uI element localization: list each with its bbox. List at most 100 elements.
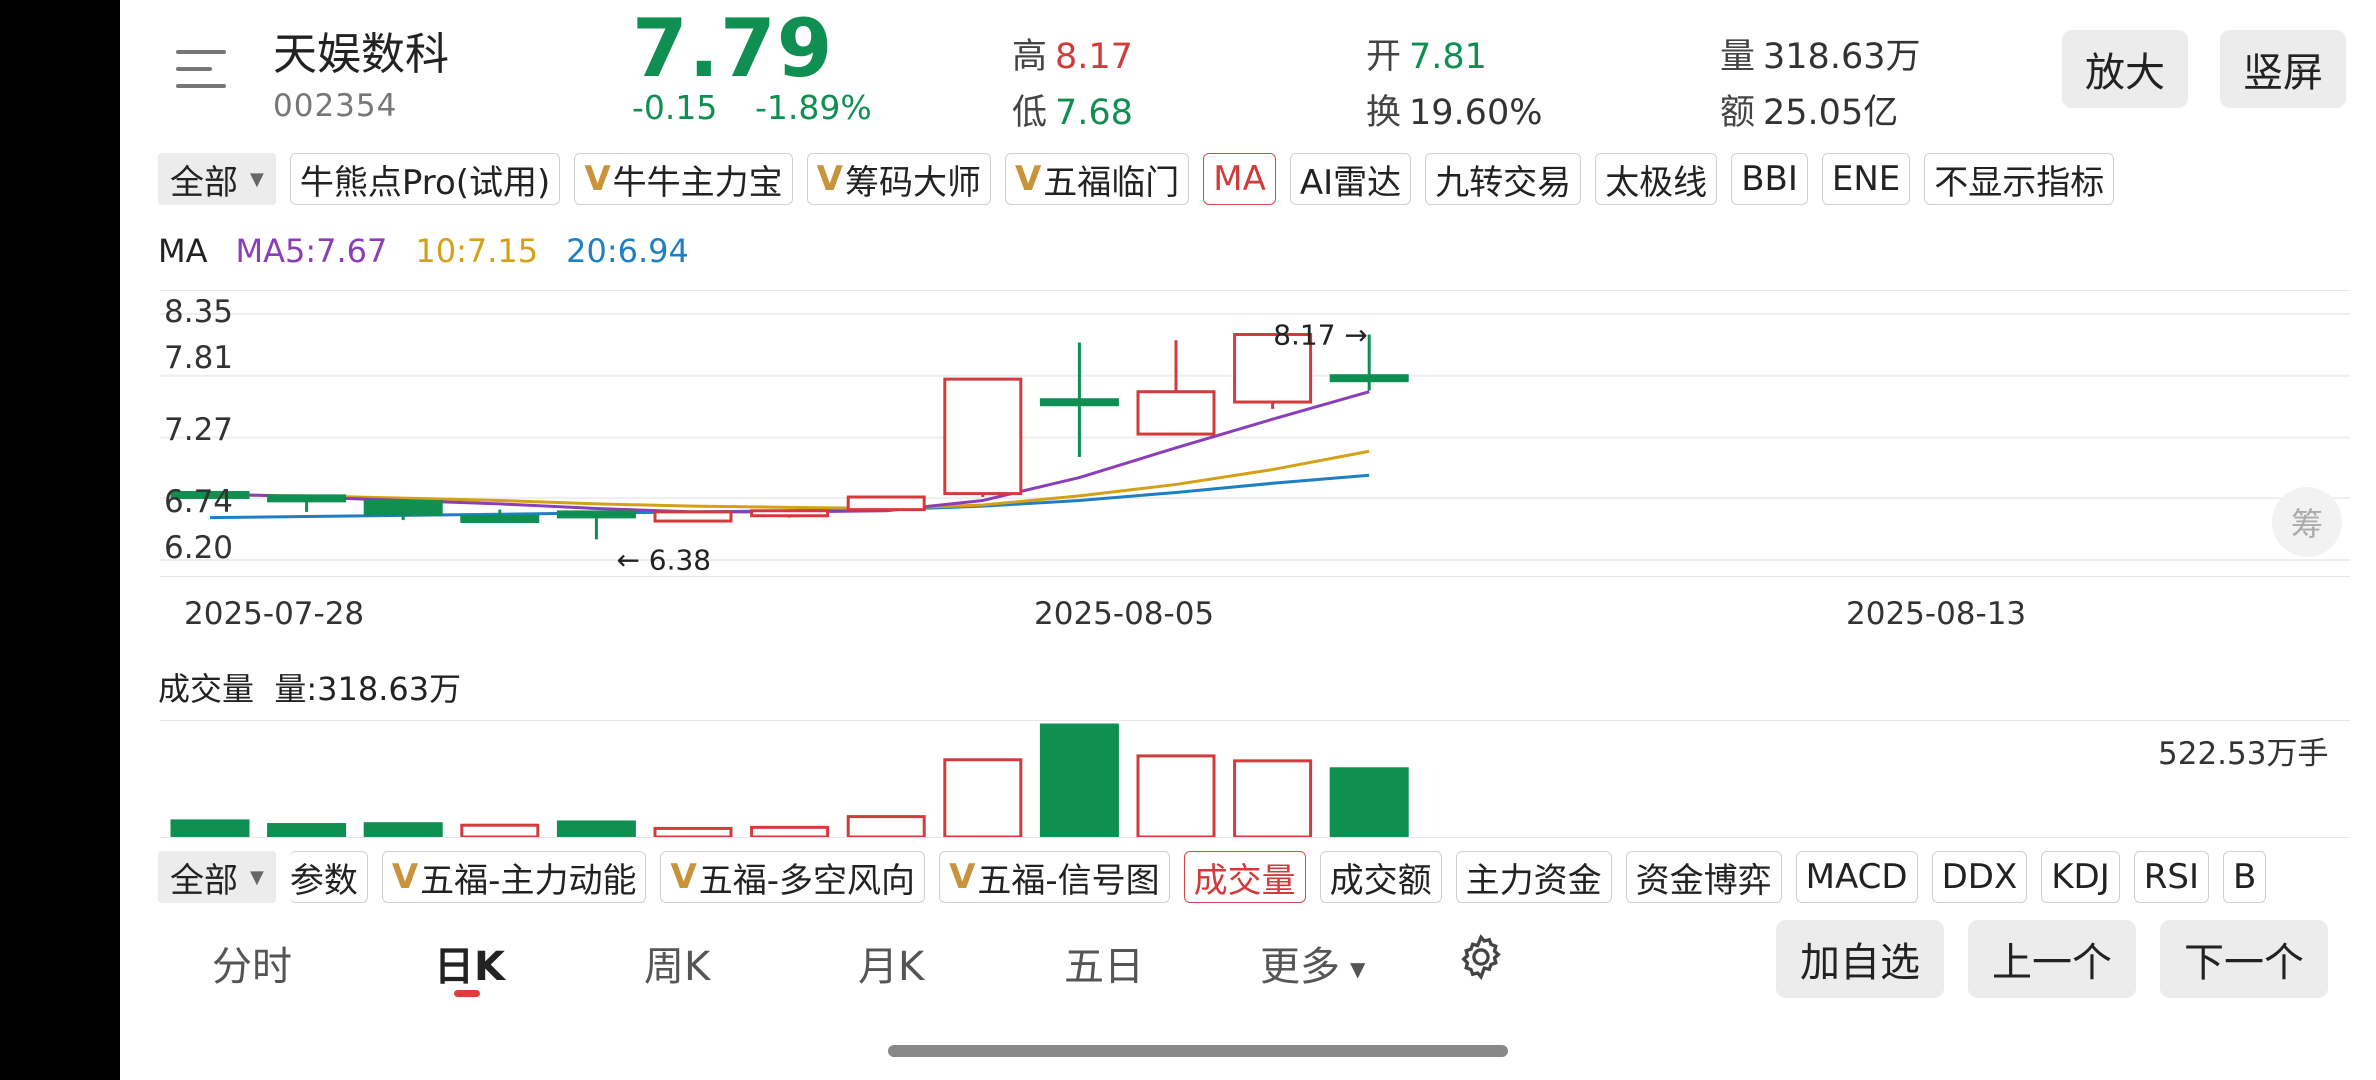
stock-name: 天娱数科 [273, 29, 449, 80]
candle-body [943, 377, 1023, 496]
zoom-button[interactable]: 放大 [2062, 30, 2188, 108]
candle-body [1136, 390, 1216, 436]
volume-bar [460, 823, 540, 837]
vip-v-icon: V [816, 159, 843, 199]
indicator-chip[interactable]: V 五福-主力动能 [381, 851, 647, 903]
indicator-chip[interactable]: 参数 [289, 851, 368, 903]
candle [267, 494, 347, 512]
volume-title: 成交量 量:318.63万 [158, 670, 462, 708]
previous-stock-button[interactable]: 上一个 [1968, 920, 2136, 998]
indicator-chip[interactable]: V 筹码大师 [806, 153, 991, 205]
volume-chart[interactable] [160, 720, 2350, 838]
price-change-pct: -1.89% [755, 88, 872, 127]
vip-v-icon: V [391, 857, 419, 897]
volume-bar [1233, 759, 1313, 837]
active-tab-indicator [454, 990, 480, 997]
indicator-chip[interactable]: RSI [2133, 851, 2209, 903]
ma-legend: MA MA5:7.67 10:7.15 20:6.94 [158, 232, 689, 270]
y-tick-label: 7.27 [164, 412, 234, 448]
indicator-chip[interactable]: B [2223, 851, 2267, 903]
tab-more[interactable]: 更多 ▼ [1260, 934, 1365, 992]
vip-v-icon: V [1014, 159, 1042, 199]
candle-body [460, 514, 540, 523]
candle [846, 495, 926, 512]
y-tick-label: 8.35 [164, 294, 234, 330]
indicator-chip[interactable]: AI雷达 [1289, 153, 1412, 205]
stat-volume: 量 318.63万 [1720, 37, 1921, 77]
settings-gear-icon[interactable] [1456, 932, 1506, 982]
indicator-chip-active[interactable]: MA [1203, 153, 1276, 205]
add-watchlist-button[interactable]: 加自选 [1776, 920, 1944, 998]
volume-bar [1136, 754, 1216, 837]
indicator-chip[interactable]: 牛熊点Pro(试用) [289, 153, 561, 205]
volume-bar [653, 826, 733, 837]
all-indicators-dropdown[interactable]: 全部 ▼ [158, 851, 276, 903]
volume-bar [1329, 767, 1409, 837]
chip-distribution-button[interactable]: 筹 [2272, 487, 2342, 557]
volume-bar [170, 819, 250, 837]
candle [363, 500, 443, 520]
candle-body [846, 495, 926, 512]
indicator-chip[interactable]: MACD [1795, 851, 1918, 903]
tab-intraday[interactable]: 分时 [212, 934, 292, 992]
caret-down-icon: ▼ [250, 866, 264, 888]
home-indicator[interactable] [888, 1045, 1508, 1057]
volume-bar [1039, 723, 1119, 837]
portrait-button[interactable]: 竖屏 [2220, 30, 2346, 108]
stat-amount: 额 25.05亿 [1720, 93, 1899, 133]
candle [653, 510, 733, 523]
caret-down-icon: ▼ [250, 168, 264, 190]
low-annotation: ← 6.38 [616, 543, 711, 576]
next-stock-button[interactable]: 下一个 [2160, 920, 2328, 998]
indicator-chip[interactable]: V 五福-信号图 [939, 851, 1170, 903]
candle-body [556, 510, 636, 519]
candle-body [363, 500, 443, 516]
ma10-value: 10:7.15 [415, 232, 539, 270]
app: 天娱数科 002354 7.79 -0.15 -1.89% 高 8.17 低 7.6… [120, 0, 2376, 1080]
indicator-chip[interactable]: 不显示指标 [1924, 153, 2115, 205]
caret-down-icon: ▼ [1350, 957, 1366, 981]
price-change: -0.15 [632, 88, 718, 127]
indicator-chip[interactable]: 九转交易 [1425, 153, 1582, 205]
candle [556, 510, 636, 540]
tab-monthly-k[interactable]: 月K [858, 934, 924, 992]
indicator-chip[interactable]: BBI [1731, 153, 1808, 205]
all-indicators-dropdown[interactable]: 全部 ▼ [158, 153, 276, 205]
vip-v-icon: V [584, 159, 611, 199]
candle [943, 377, 1023, 498]
candle-body [653, 510, 733, 523]
indicator-chip[interactable]: V 五福-多空风向 [660, 851, 926, 903]
candle-body [750, 509, 830, 518]
volume-bar [267, 823, 347, 837]
indicator-chip[interactable]: DDX [1931, 851, 2028, 903]
menu-icon[interactable] [176, 50, 230, 90]
stat-low: 低 7.68 [1012, 93, 1133, 133]
volume-bar [556, 820, 636, 837]
stat-open: 开 7.81 [1366, 37, 1487, 77]
ma-title: MA [158, 232, 208, 270]
indicator-chip[interactable]: V 五福临门 [1004, 153, 1190, 205]
indicator-chip[interactable]: ENE [1821, 153, 1911, 205]
indicator-chip[interactable]: 资金博弈 [1625, 851, 1782, 903]
tab-daily-k[interactable]: 日K [434, 934, 505, 992]
stock-code: 002354 [273, 88, 398, 124]
candle-body [1329, 374, 1409, 383]
indicator-chip[interactable]: KDJ [2041, 851, 2120, 903]
candlestick-chart[interactable]: 8.17 → ← 6.38 [160, 290, 2350, 577]
candle-body [1039, 398, 1119, 407]
indicator-chip[interactable]: 太极线 [1595, 153, 1718, 205]
x-tick-label: 2025-08-05 [1034, 596, 1215, 632]
candle [750, 509, 830, 518]
bottom-indicator-bar: 全部 ▼ 参数 V 五福-主力动能 V 五福-多空风向 V 五福-信号图 成交量 成交额… [158, 850, 2348, 904]
tab-weekly-k[interactable]: 周K [644, 934, 710, 992]
candle-body [267, 494, 347, 503]
tab-five-day[interactable]: 五日 [1064, 934, 1144, 992]
stat-high: 高 8.17 [1012, 37, 1133, 77]
y-tick-label: 6.74 [164, 484, 234, 520]
volume-max-label: 522.53万手 [2158, 736, 2329, 772]
indicator-chip-active[interactable]: 成交量 [1183, 851, 1306, 903]
volume-bar [750, 825, 830, 837]
indicator-chip[interactable]: V 牛牛主力宝 [574, 153, 793, 205]
indicator-chip[interactable]: 成交额 [1319, 851, 1442, 903]
indicator-chip[interactable]: 主力资金 [1455, 851, 1612, 903]
